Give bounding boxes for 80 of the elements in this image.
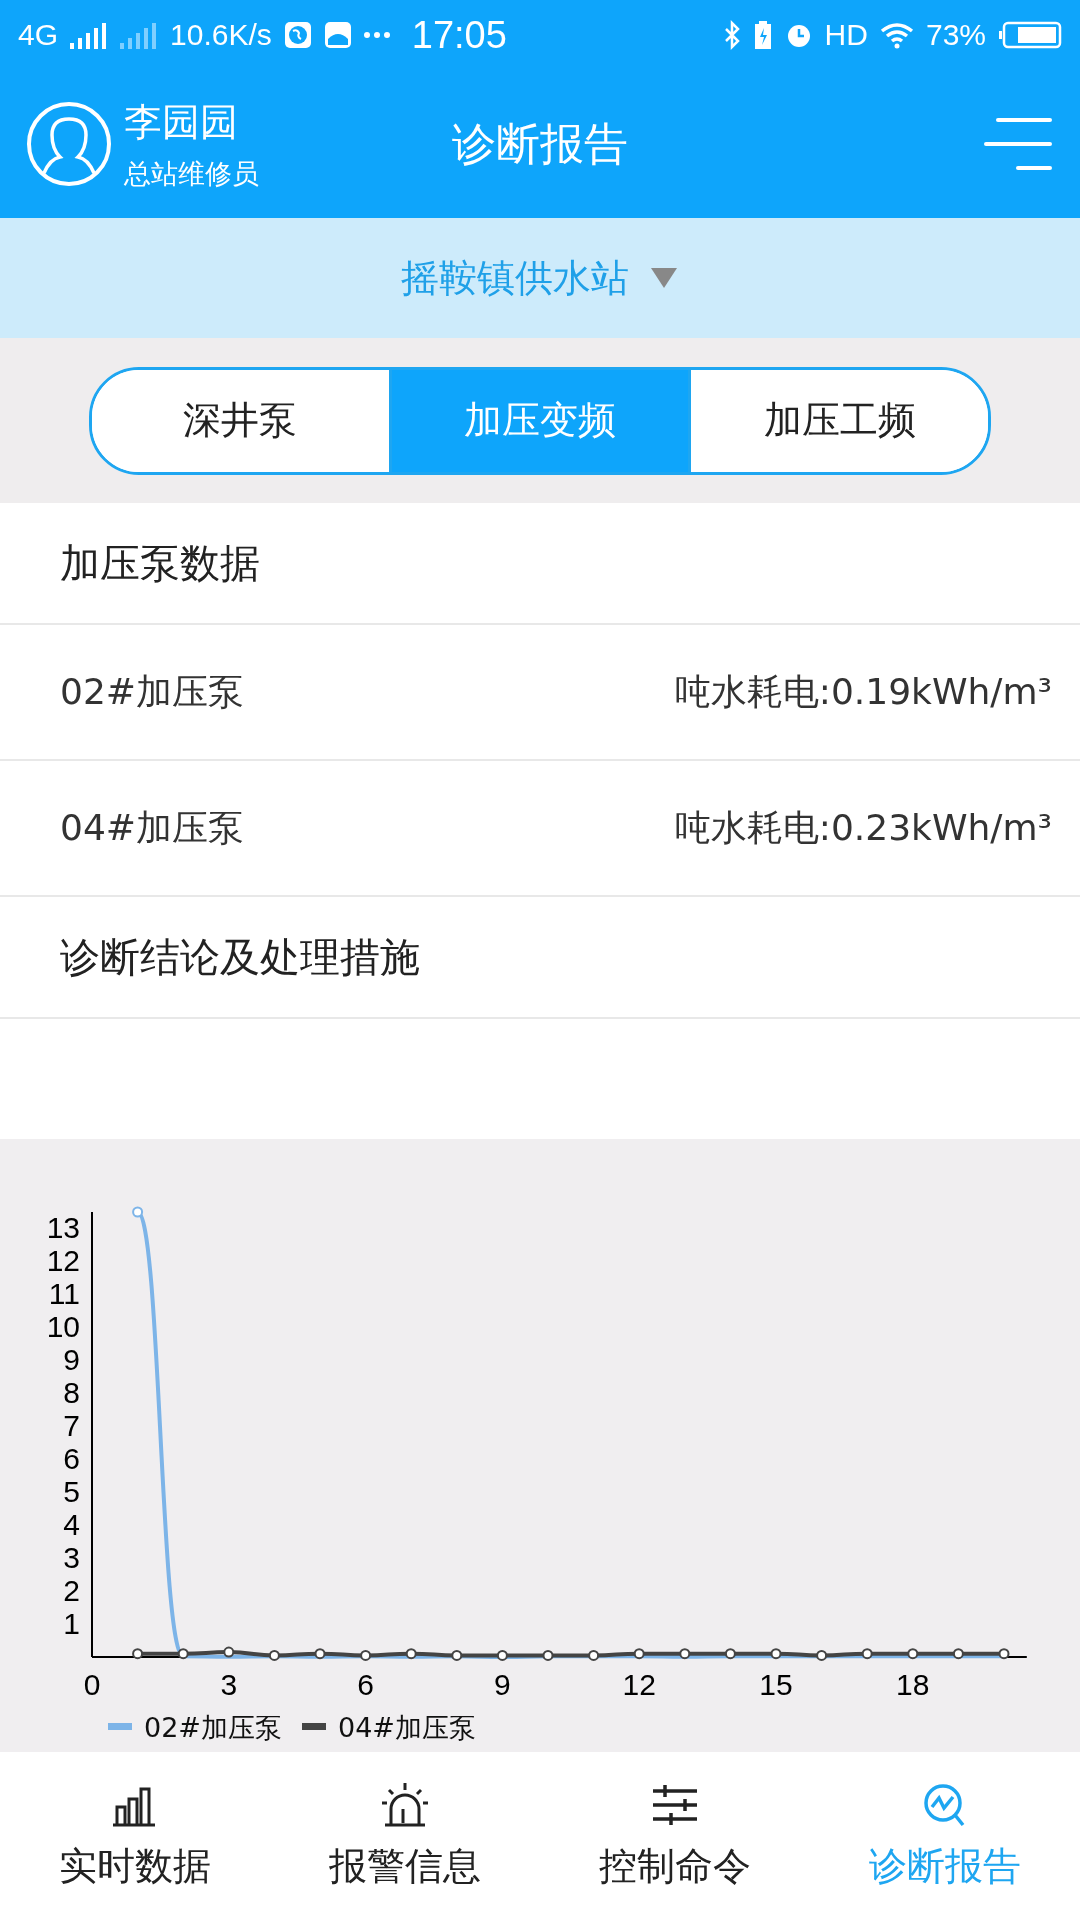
data-point: [770, 1648, 782, 1660]
data-point: [998, 1648, 1010, 1660]
sliders-icon: [651, 1782, 699, 1827]
network-speed: 10.6K/s: [170, 18, 272, 52]
x-tick-label: 18: [896, 1668, 930, 1701]
data-point: [724, 1648, 736, 1660]
hd-indicator: HD: [824, 18, 868, 52]
data-point: [132, 1206, 144, 1218]
data-point: [451, 1649, 463, 1661]
data-point: [679, 1648, 691, 1660]
nav-label: 报警信息: [329, 1842, 481, 1890]
wifi-icon: [879, 21, 914, 49]
user-role: 总站维修员: [124, 156, 259, 191]
y-tick-label: 13: [46, 1211, 80, 1245]
data-point: [132, 1648, 144, 1660]
pump-name: 04#加压泵: [60, 805, 244, 850]
data-point: [496, 1649, 508, 1661]
nav-tab[interactable]: 报警信息: [270, 1752, 540, 1920]
nav-label: 诊断报告: [869, 1842, 1021, 1890]
data-point: [360, 1649, 372, 1661]
more-icon: [363, 31, 390, 39]
pump-reading: 吨水耗电:0.23kWh/m³: [674, 805, 1052, 850]
x-tick-label: 3: [220, 1668, 238, 1701]
data-point: [861, 1648, 873, 1660]
y-tick-label: 11: [48, 1277, 80, 1311]
y-tick-label: 9: [63, 1343, 80, 1377]
y-tick-label: 4: [63, 1508, 80, 1542]
data-point: [816, 1649, 828, 1661]
page-title: 诊断报告: [452, 116, 628, 171]
pump-name: 02#加压泵: [60, 669, 244, 714]
data-point: [633, 1648, 645, 1660]
x-tick-label: 9: [494, 1668, 511, 1701]
x-tick-label: 15: [759, 1668, 793, 1701]
legend-label: 04#加压泵: [338, 1712, 476, 1743]
signal-icon: [70, 21, 109, 49]
tab[interactable]: 加压工频: [688, 369, 988, 472]
dropdown-arrow-icon: [649, 266, 679, 290]
nav-tab[interactable]: 控制命令: [540, 1752, 810, 1920]
y-tick-label: 5: [63, 1475, 80, 1509]
signal-icon: [120, 21, 159, 49]
battery-icon: [998, 21, 1062, 49]
bar-chart-icon: [111, 1787, 157, 1826]
data-point: [223, 1646, 235, 1658]
y-tick-label: 2: [63, 1574, 80, 1608]
y-tick-label: 8: [63, 1376, 80, 1410]
x-tick-label: 12: [622, 1668, 656, 1701]
nav-label: 实时数据: [59, 1842, 211, 1890]
section-title: 加压泵数据: [60, 538, 260, 588]
section-title: 诊断结论及处理措施: [60, 932, 420, 982]
y-tick-label: 3: [63, 1541, 80, 1575]
user-name: 李园园: [124, 98, 239, 146]
legend-label: 02#加压泵: [144, 1712, 282, 1743]
bluetooth-icon: [722, 20, 741, 50]
y-tick-label: 12: [46, 1244, 80, 1278]
y-tick-label: 6: [63, 1442, 80, 1476]
data-point: [177, 1648, 189, 1660]
globe-icon: [283, 21, 312, 49]
data-point: [907, 1648, 919, 1660]
avatar-icon[interactable]: [26, 101, 112, 187]
network-type: 4G: [18, 18, 59, 52]
nav-label: 控制命令: [599, 1842, 751, 1890]
x-tick-label: 6: [357, 1668, 374, 1701]
data-point: [588, 1649, 600, 1661]
battery-charge-icon: [752, 20, 773, 50]
y-tick-label: 1: [63, 1607, 80, 1641]
y-tick-label: 10: [46, 1310, 80, 1344]
diagnosis-icon: [924, 1783, 965, 1827]
data-point: [268, 1649, 280, 1661]
clock-time: 17:05: [411, 13, 507, 57]
data-point: [542, 1649, 554, 1661]
data-point: [405, 1648, 417, 1660]
x-tick-label: 0: [83, 1668, 101, 1701]
data-point: [952, 1648, 964, 1660]
app-icon: [323, 21, 352, 49]
nav-tab[interactable]: 实时数据: [0, 1752, 270, 1920]
alarm-light-icon: [380, 1781, 430, 1826]
y-tick-label: 7: [63, 1409, 80, 1443]
data-point: [314, 1648, 326, 1660]
pump-reading: 吨水耗电:0.19kWh/m³: [674, 669, 1052, 714]
battery-percent: 73%: [925, 18, 986, 52]
